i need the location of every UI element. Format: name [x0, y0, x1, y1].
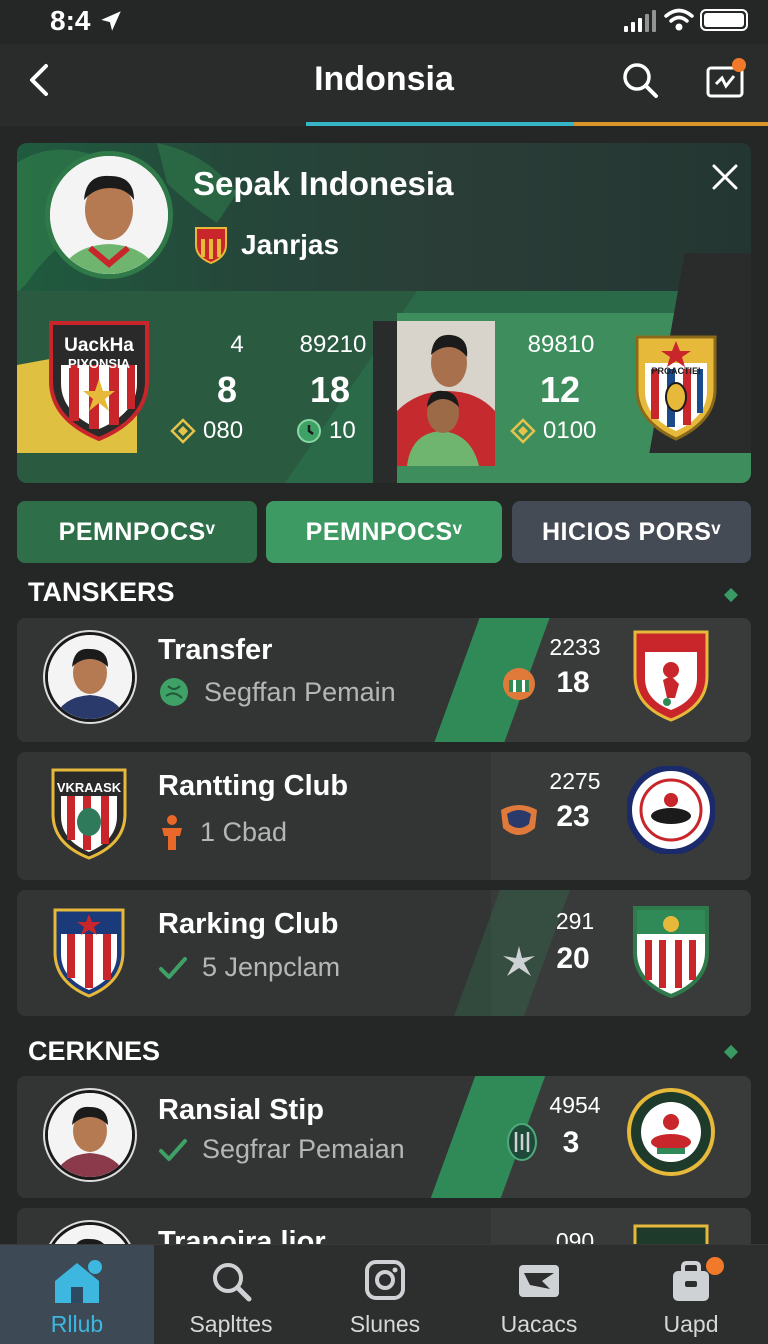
- stat-2-big: 18: [309, 369, 351, 410]
- featured-team-card[interactable]: Sepak Indonesia Janrjas UackHa PIXONSIA …: [17, 143, 751, 483]
- diamond-coin-icon: [510, 418, 536, 444]
- row-title: Rantting Club: [158, 770, 349, 802]
- nav-label: Saplttes: [189, 1311, 273, 1337]
- emblem-icon: [507, 1123, 537, 1161]
- row-title: Transfer: [158, 634, 273, 666]
- featured-team-name: Sepak Indonesia: [193, 165, 454, 202]
- inbox-icon: [519, 1265, 559, 1297]
- row-stat-top: 2233: [549, 634, 601, 660]
- team-badge-icon: [501, 805, 537, 835]
- home-crest-text-2: PIXONSIA: [67, 356, 131, 371]
- stat-2-top: 89210: [299, 331, 367, 358]
- notifications-button[interactable]: [704, 58, 748, 104]
- section-marker: [723, 1044, 739, 1060]
- wifi-icon: [664, 8, 694, 31]
- location-arrow-icon: [101, 11, 122, 31]
- filter-chip-2[interactable]: PEMNPOCSᵛ: [266, 501, 502, 563]
- stat-2-bottom: 10: [295, 417, 356, 445]
- row-stat-top: 4954: [549, 1092, 601, 1118]
- list-item[interactable]: Transfer Segffan Pemain 2233 18: [17, 618, 751, 742]
- row-subtitle: 1 Cbad: [158, 814, 287, 850]
- status-time: 8:4: [50, 5, 124, 37]
- filter-chip-3[interactable]: HICIOS PORSᵛ: [512, 501, 751, 563]
- instagram-icon: [365, 1260, 405, 1300]
- status-bar: 8:4: [0, 0, 768, 44]
- nav-label: Slunes: [349, 1311, 421, 1337]
- club-crest-icon: [633, 906, 709, 998]
- crest-text: VKRAASK: [56, 780, 122, 795]
- bottom-navigation: Rllub Saplttes Slunes Uacacs Uapd: [0, 1244, 768, 1344]
- players-photo: [397, 321, 495, 466]
- search-icon: [213, 1263, 252, 1302]
- search-icon[interactable]: [620, 60, 660, 100]
- list-item[interactable]: Rarking Club 5 Jenpclam 291 20: [17, 890, 751, 1016]
- stat-1-bottom: 080: [169, 417, 243, 445]
- stat-1-top: 4: [230, 331, 244, 358]
- club-crest-icon: [627, 766, 715, 854]
- nav-label: Rllub: [50, 1311, 104, 1337]
- home-icon: [55, 1260, 102, 1303]
- battery-icon: [700, 9, 748, 31]
- home-crest-text-1: UackHa: [64, 335, 134, 356]
- filter-chip-1[interactable]: PEMNPOCSᵛ: [17, 501, 257, 563]
- featured-team-subtitle-text: Janrjas: [241, 229, 340, 260]
- row-subtitle: Segfrar Pemaian: [158, 1134, 405, 1165]
- star-burst-icon: [503, 946, 535, 976]
- nav-label: Uacacs: [500, 1311, 578, 1337]
- section-title-second: CERKNES: [28, 1036, 161, 1066]
- nav-item-home[interactable]: Rllub: [0, 1245, 154, 1344]
- nav-item-messages[interactable]: Uacacs: [462, 1245, 616, 1344]
- club-crest-icon: [195, 227, 227, 265]
- notification-dot: [732, 58, 746, 72]
- football-icon: [160, 678, 188, 706]
- close-icon[interactable]: [711, 163, 739, 191]
- stat-3-big: 12: [539, 369, 581, 410]
- stat-1-big: 8: [216, 369, 238, 410]
- section-title-transfers: TANSKERS: [28, 577, 175, 607]
- row-stat-value: 23: [556, 800, 590, 833]
- nav-item-profile[interactable]: Uapd: [614, 1245, 768, 1344]
- stat-3-bottom: 0100: [509, 417, 596, 445]
- row-title: Ransial Stip: [158, 1094, 324, 1126]
- header-progress-line: [0, 122, 768, 126]
- app-header: Indonsia: [0, 44, 768, 126]
- cellular-signal-icon: [624, 10, 656, 32]
- away-team-crest: PROACTIEI: [633, 333, 719, 443]
- clock-icon: [297, 419, 321, 443]
- shirt-icon: [503, 668, 535, 700]
- diamond-coin-icon: [170, 418, 196, 444]
- checkmark-icon: [159, 1138, 187, 1161]
- row-subtitle: 5 Jenpclam: [158, 952, 340, 983]
- nav-item-media[interactable]: Slunes: [308, 1245, 462, 1344]
- status-time-text: 8:4: [50, 5, 91, 36]
- row-stat-value: 3: [562, 1126, 580, 1159]
- featured-team-subtitle: Janrjas: [193, 225, 339, 265]
- checkmark-icon: [159, 956, 187, 979]
- stat-3-top: 89810: [527, 331, 595, 358]
- player-avatar: [45, 632, 135, 722]
- list-item[interactable]: VKRAASK Rantting Club 1 Cbad 2275 23: [17, 752, 751, 880]
- player-avatar: [45, 1090, 135, 1180]
- club-crest-icon: [53, 908, 125, 998]
- row-stat-top: 291: [555, 908, 595, 934]
- row-subtitle: Segffan Pemain: [158, 676, 396, 708]
- away-crest-text: PROACTIEI: [651, 366, 701, 376]
- list-item[interactable]: Ransial Stip Segfrar Pemaian 4954 3: [17, 1076, 751, 1198]
- club-crest-icon: [627, 1088, 715, 1176]
- row-title: Rarking Club: [158, 908, 339, 940]
- section-marker: [723, 587, 739, 603]
- person-icon: [162, 815, 182, 850]
- home-team-crest: UackHa PIXONSIA: [47, 319, 151, 443]
- notification-dot: [706, 1257, 724, 1275]
- featured-player-avatar: [45, 151, 173, 279]
- nav-item-search[interactable]: Saplttes: [154, 1245, 308, 1344]
- nav-label: Uapd: [663, 1311, 719, 1337]
- row-stat-top: 2275: [549, 768, 601, 794]
- club-crest-icon: [633, 630, 709, 722]
- row-stat-value: 20: [556, 942, 590, 975]
- row-stat-value: 18: [556, 666, 590, 699]
